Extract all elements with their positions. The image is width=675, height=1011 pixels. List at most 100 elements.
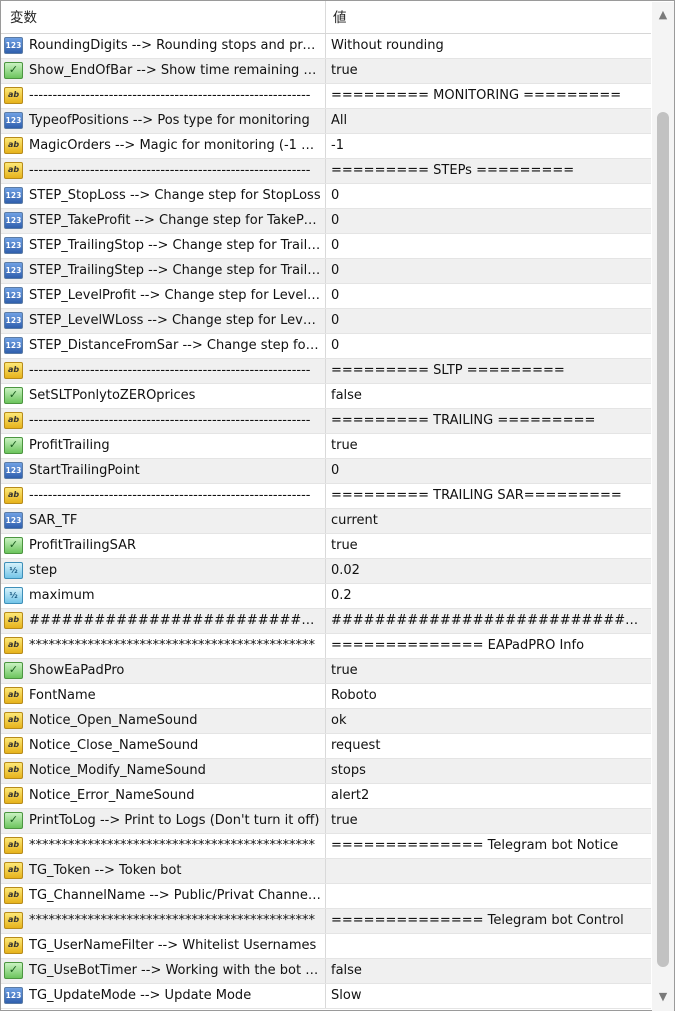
variable-value[interactable]: 0 — [331, 334, 647, 358]
table-row[interactable]: 123 RoundingDigits --> Rounding stops and… — [1, 34, 651, 59]
table-row[interactable]: ab ########################## ############… — [1, 609, 651, 634]
table-row[interactable]: ab Notice_Close_NameSound request — [1, 734, 651, 759]
variable-value[interactable]: true — [331, 809, 647, 833]
variable-name: ShowEaPadPro — [29, 663, 125, 678]
variable-value[interactable]: 0 — [331, 259, 647, 283]
table-row[interactable]: ab Notice_Error_NameSound alert2 — [1, 784, 651, 809]
cell-divider — [325, 234, 326, 258]
table-row[interactable]: 123 STEP_TrailingStop --> Change step for… — [1, 234, 651, 259]
table-row[interactable]: ab Notice_Open_NameSound ok — [1, 709, 651, 734]
variable-value[interactable]: Without rounding — [331, 34, 647, 58]
table-row[interactable]: ab --------------------------------------… — [1, 84, 651, 109]
variable-value[interactable]: true — [331, 434, 647, 458]
table-row[interactable]: ✓ Show_EndOfBar --> Show time remaining u… — [1, 59, 651, 84]
table-row[interactable]: 123 STEP_LevelProfit --> Change step for … — [1, 284, 651, 309]
table-row[interactable]: ab --------------------------------------… — [1, 359, 651, 384]
table-row[interactable]: 123 SAR_TF current — [1, 509, 651, 534]
table-row[interactable]: ab TG_UserNameFilter --> Whitelist Userna… — [1, 934, 651, 959]
vertical-scrollbar[interactable]: ▲ ▼ — [652, 2, 674, 1011]
table-row[interactable]: ✓ ProfitTrailing true — [1, 434, 651, 459]
string-icon: ab — [4, 937, 23, 954]
variable-name: ----------------------------------------… — [29, 88, 311, 103]
variable-value[interactable]: -1 — [331, 134, 647, 158]
variable-value[interactable]: ok — [331, 709, 647, 733]
variable-value[interactable]: request — [331, 734, 647, 758]
variable-value[interactable]: ########################################… — [331, 609, 647, 633]
variable-value[interactable]: 0 — [331, 184, 647, 208]
table-row[interactable]: 123 TypeofPositions --> Pos type for moni… — [1, 109, 651, 134]
variable-value[interactable]: stops — [331, 759, 647, 783]
table-row[interactable]: ab **************************************… — [1, 634, 651, 659]
variable-value[interactable]: ========= TRAILING SAR========= — [331, 484, 647, 508]
cell-divider — [325, 284, 326, 308]
table-row[interactable]: ab TG_ChannelName --> Public/Privat Chann… — [1, 884, 651, 909]
variable-value[interactable]: All — [331, 109, 647, 133]
variable-value[interactable] — [331, 934, 647, 958]
table-row[interactable]: 123 STEP_DistanceFromSar --> Change step … — [1, 334, 651, 359]
table-row[interactable]: ½ maximum 0.2 — [1, 584, 651, 609]
table-row[interactable]: 123 STEP_StopLoss --> Change step for Sto… — [1, 184, 651, 209]
cell-divider — [325, 809, 326, 833]
column-header-variable[interactable]: 変数 — [10, 1, 37, 33]
variable-name: ----------------------------------------… — [29, 413, 311, 428]
variable-value[interactable]: ============== Telegram bot Notice — [331, 834, 647, 858]
variable-value[interactable]: Slow — [331, 984, 647, 1008]
table-row[interactable]: ab **************************************… — [1, 909, 651, 934]
variable-value[interactable]: 0.02 — [331, 559, 647, 583]
variable-value[interactable] — [331, 884, 647, 908]
table-row[interactable]: 123 STEP_TakeProfit --> Change step for T… — [1, 209, 651, 234]
variable-value[interactable]: true — [331, 659, 647, 683]
variable-value[interactable]: true — [331, 59, 647, 83]
variable-value[interactable]: ========= TRAILING ========= — [331, 409, 647, 433]
variable-value[interactable]: 0.2 — [331, 584, 647, 608]
variable-value[interactable]: 0 — [331, 234, 647, 258]
table-row[interactable]: ab --------------------------------------… — [1, 484, 651, 509]
variable-value[interactable]: 0 — [331, 284, 647, 308]
cell-divider — [325, 484, 326, 508]
int-icon: 123 — [4, 237, 23, 254]
table-row[interactable]: ✓ ProfitTrailingSAR true — [1, 534, 651, 559]
table-row[interactable]: ✓ ShowEaPadPro true — [1, 659, 651, 684]
table-row[interactable]: ab --------------------------------------… — [1, 409, 651, 434]
table-row[interactable]: ab **************************************… — [1, 834, 651, 859]
scroll-up-arrow-icon[interactable]: ▲ — [656, 8, 670, 22]
variable-value[interactable]: ========= STEPs ========= — [331, 159, 647, 183]
variable-value[interactable]: true — [331, 534, 647, 558]
variable-value[interactable]: 0 — [331, 309, 647, 333]
table-row[interactable]: ✓ PrintToLog --> Print to Logs (Don't tur… — [1, 809, 651, 834]
variable-value[interactable]: 0 — [331, 209, 647, 233]
scroll-down-arrow-icon[interactable]: ▼ — [656, 990, 670, 1004]
column-header-value[interactable]: 値 — [333, 1, 347, 33]
table-row[interactable]: ✓ TG_UseBotTimer --> Working with the bot… — [1, 959, 651, 984]
bool-icon: ✓ — [4, 387, 23, 404]
variable-value[interactable]: false — [331, 384, 647, 408]
string-icon: ab — [4, 487, 23, 504]
column-divider[interactable] — [325, 1, 326, 33]
table-row[interactable]: ✓ SetSLTPonlytoZEROprices false — [1, 384, 651, 409]
table-row[interactable]: 123 TG_UpdateMode --> Update Mode Slow — [1, 984, 651, 1009]
variable-value[interactable]: ========= SLTP ========= — [331, 359, 647, 383]
cell-divider — [325, 684, 326, 708]
variable-value[interactable]: current — [331, 509, 647, 533]
table-row[interactable]: 123 STEP_TrailingStep --> Change step for… — [1, 259, 651, 284]
table-row[interactable]: ab --------------------------------------… — [1, 159, 651, 184]
variable-value[interactable] — [331, 859, 647, 883]
table-row[interactable]: ab TG_Token --> Token bot — [1, 859, 651, 884]
variable-value[interactable]: false — [331, 959, 647, 983]
table-row[interactable]: ab Notice_Modify_NameSound stops — [1, 759, 651, 784]
table-row[interactable]: 123 STEP_LevelWLoss --> Change step for L… — [1, 309, 651, 334]
variable-value[interactable]: ============== Telegram bot Control — [331, 909, 647, 933]
table-row[interactable]: 123 StartTrailingPoint 0 — [1, 459, 651, 484]
variable-value[interactable]: Roboto — [331, 684, 647, 708]
variable-value[interactable]: ============== EAPadPRO Info — [331, 634, 647, 658]
table-row[interactable]: ab MagicOrders --> Magic for monitoring (… — [1, 134, 651, 159]
variable-value[interactable]: alert2 — [331, 784, 647, 808]
scroll-thumb[interactable] — [657, 112, 669, 967]
cell-divider — [325, 334, 326, 358]
variable-value[interactable]: 0 — [331, 459, 647, 483]
variable-name: ProfitTrailingSAR — [29, 538, 136, 553]
variable-name: ****************************************… — [29, 638, 315, 653]
table-row[interactable]: ½ step 0.02 — [1, 559, 651, 584]
table-row[interactable]: ab FontName Roboto — [1, 684, 651, 709]
variable-value[interactable]: ========= MONITORING ========= — [331, 84, 647, 108]
